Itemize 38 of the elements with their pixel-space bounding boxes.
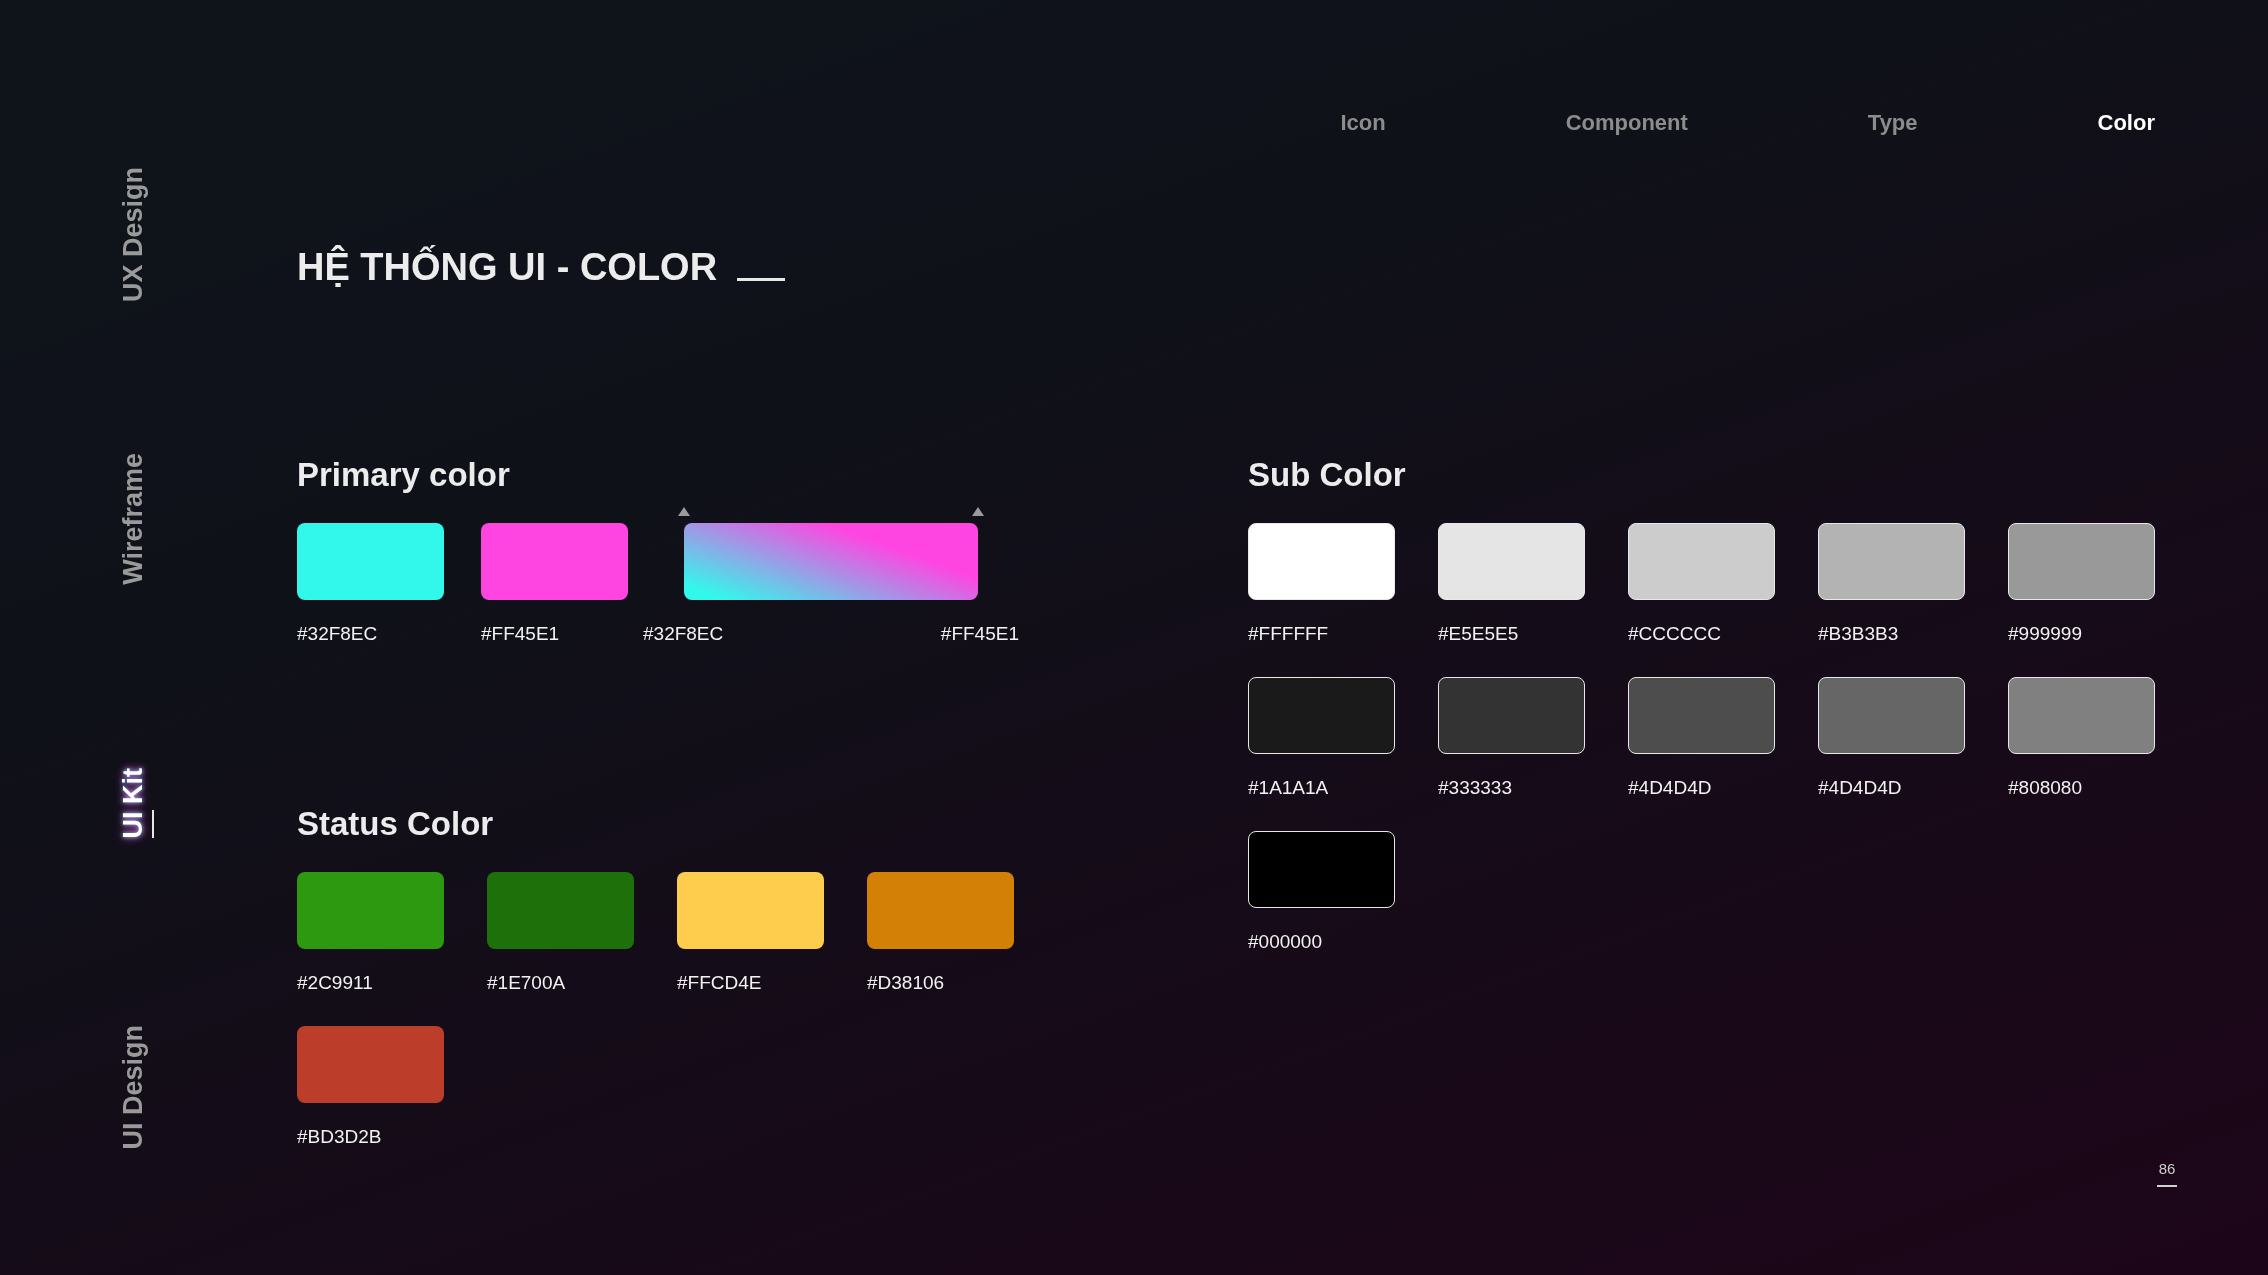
nav-tab[interactable]: Color (2097, 108, 2155, 138)
section-heading: Sub Color (1248, 455, 1407, 495)
hex-code: #B3B3B3 (1818, 622, 1900, 646)
hex-code: #2C9911 (297, 971, 374, 995)
hex-code: #FF45E1 (481, 622, 561, 646)
section-heading: Status Color (297, 804, 495, 844)
hex-code: #FF45E1 (940, 622, 1019, 646)
hex-code: #32F8EC (297, 622, 379, 646)
nav-tab[interactable]: Type (1867, 108, 1918, 138)
hex-code: #999999 (2008, 622, 2083, 646)
selected-indicator (152, 810, 154, 839)
hex-code: #4D4D4D (1818, 776, 1903, 800)
page-number-underline (2157, 1185, 2177, 1187)
hex-code: #D38106 (867, 971, 946, 995)
sidebar-item[interactable]: Wireframe (118, 453, 148, 585)
hex-code: #CCCCCC (1628, 622, 1722, 646)
page-title: HỆ THỐNG UI - COLOR (297, 244, 718, 290)
page-number: 86 (2158, 1159, 2176, 1179)
gradient-stop-icon (678, 507, 690, 516)
hex-code: #333333 (1438, 776, 1513, 800)
nav-tab[interactable]: Component (1565, 108, 1688, 138)
hex-code: #1A1A1A (1248, 776, 1330, 800)
hex-code: #000000 (1248, 930, 1323, 954)
hex-code: #FFFFFF (1248, 622, 1330, 646)
sidebar-item[interactable]: UI Design (118, 1024, 148, 1150)
section-heading: Primary color (297, 455, 511, 495)
gradient-stop-icon (972, 507, 984, 516)
hex-code: #BD3D2B (297, 1125, 383, 1149)
hex-code: #E5E5E5 (1438, 622, 1520, 646)
hex-code: #32F8EC (643, 622, 724, 646)
hex-code: #808080 (2008, 776, 2083, 800)
sidebar-item[interactable]: UX Design (118, 167, 148, 303)
hex-code: #FFCD4E (677, 971, 763, 995)
nav-tab[interactable]: Icon (1340, 108, 1386, 138)
sidebar-item[interactable]: UI Kit (118, 767, 148, 839)
hex-code: #1E700A (487, 971, 567, 995)
title-underline (737, 278, 786, 281)
hex-code: #4D4D4D (1628, 776, 1713, 800)
